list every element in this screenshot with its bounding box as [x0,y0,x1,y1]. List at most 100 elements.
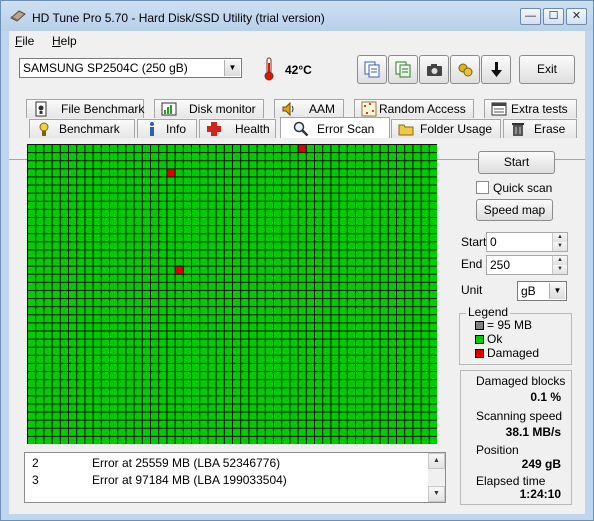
tab-file-benchmark[interactable]: File Benchmark [26,99,144,118]
ok-block [429,412,437,420]
start-scan-button[interactable]: Start [478,151,555,174]
ok-block [216,355,224,363]
list-item[interactable]: 3 Error at 97184 MB (LBA 199033504) [25,471,429,488]
ok-block [36,372,44,380]
ok-block [183,299,191,307]
ok-block [36,323,44,331]
chevron-down-icon[interactable]: ▼ [549,283,565,299]
ok-block [233,388,241,396]
ok-block [315,388,323,396]
ok-block [413,412,421,420]
ok-block [134,299,142,307]
ok-block [331,242,339,250]
ok-block [126,388,134,396]
ok-block [44,258,52,266]
ok-block [315,323,323,331]
tab-info[interactable]: Info [137,119,197,138]
tab-extra-tests[interactable]: Extra tests [484,99,577,118]
menu-help[interactable]: Help [52,34,77,48]
ok-block [208,428,216,436]
speed-map-button[interactable]: Speed map [476,199,553,221]
ok-block [77,209,85,217]
ok-block [44,226,52,234]
ok-block [216,242,224,250]
ok-block [183,380,191,388]
title-bar[interactable]: HD Tune Pro 5.70 - Hard Disk/SSD Utility… [1,1,593,31]
download-button[interactable] [481,55,511,84]
scroll-down-icon[interactable]: ▼ [428,486,445,502]
ok-block [356,436,364,444]
ok-block [298,339,306,347]
ok-block [159,307,167,315]
spin-up-icon[interactable]: ▲ [552,256,567,265]
ok-block [315,153,323,161]
ok-block [151,185,159,193]
minimize-button[interactable]: — [520,8,541,25]
close-button[interactable]: ✕ [566,8,587,25]
ok-block [151,388,159,396]
tab-erase[interactable]: Erase [503,119,577,138]
tab-folder-usage[interactable]: Folder Usage [391,119,501,138]
screenshot-button[interactable] [419,55,449,84]
options-button[interactable] [450,55,480,84]
copy-button[interactable] [357,55,387,84]
ok-block [52,436,60,444]
spin-down-icon[interactable]: ▼ [552,265,567,274]
ok-block [175,355,183,363]
unit-select[interactable]: gB ▼ [517,281,567,301]
ok-block [101,193,109,201]
ok-block [192,315,200,323]
ok-block [151,274,159,282]
menu-file[interactable]: File [15,34,34,48]
magnifier-icon [293,121,309,137]
ok-block [364,217,372,226]
tab-disk-monitor[interactable]: Disk monitor [154,99,264,118]
ok-block [208,380,216,388]
ok-block [151,290,159,299]
end-spinbox[interactable]: 250 ▲ ▼ [486,255,568,275]
ok-block [28,339,36,347]
ok-block [290,234,298,242]
tab-benchmark[interactable]: Benchmark [29,119,135,138]
ok-block [241,217,249,226]
spin-up-icon[interactable]: ▲ [552,233,567,242]
scroll-up-icon[interactable]: ▲ [428,453,445,469]
ok-block [241,193,249,201]
ok-block [421,266,429,274]
ok-block [241,347,249,355]
ok-block [364,339,372,347]
ok-block [208,266,216,274]
trash-icon [512,123,524,136]
drive-select[interactable]: SAMSUNG SP2504C (250 gB) ▼ [19,58,242,78]
ok-block [28,315,36,323]
ok-block [241,299,249,307]
spin-down-icon[interactable]: ▼ [552,242,567,251]
ok-block [421,412,429,420]
tab-aam[interactable]: AAM [274,99,344,118]
ok-block [397,428,405,436]
ok-block [413,307,421,315]
ok-block [356,274,364,282]
ok-block [183,372,191,380]
save-button[interactable] [388,55,418,84]
ok-block [274,396,282,404]
ok-block [69,372,77,380]
tab-random-access[interactable]: Random Access [354,99,474,118]
ok-block [142,388,150,396]
ok-block [331,436,339,444]
list-item[interactable]: 2 Error at 25559 MB (LBA 52346776) [25,454,429,471]
ok-block [151,209,159,217]
tab-health[interactable]: Health [199,119,276,138]
ok-block [405,217,413,226]
exit-button[interactable]: Exit [519,55,575,84]
error-log-list[interactable]: 2 Error at 25559 MB (LBA 52346776) 3 Err… [24,452,446,503]
log-scrollbar[interactable]: ▲ ▼ [428,453,445,502]
ok-block [282,388,290,396]
chevron-down-icon[interactable]: ▼ [224,60,240,76]
start-spinbox[interactable]: 0 ▲ ▼ [486,232,568,252]
quick-scan-checkbox[interactable] [476,181,489,194]
tab-error-scan[interactable]: Error Scan [280,117,390,138]
ok-block [52,380,60,388]
ok-block [413,282,421,290]
maximize-button[interactable]: ☐ [543,8,564,25]
